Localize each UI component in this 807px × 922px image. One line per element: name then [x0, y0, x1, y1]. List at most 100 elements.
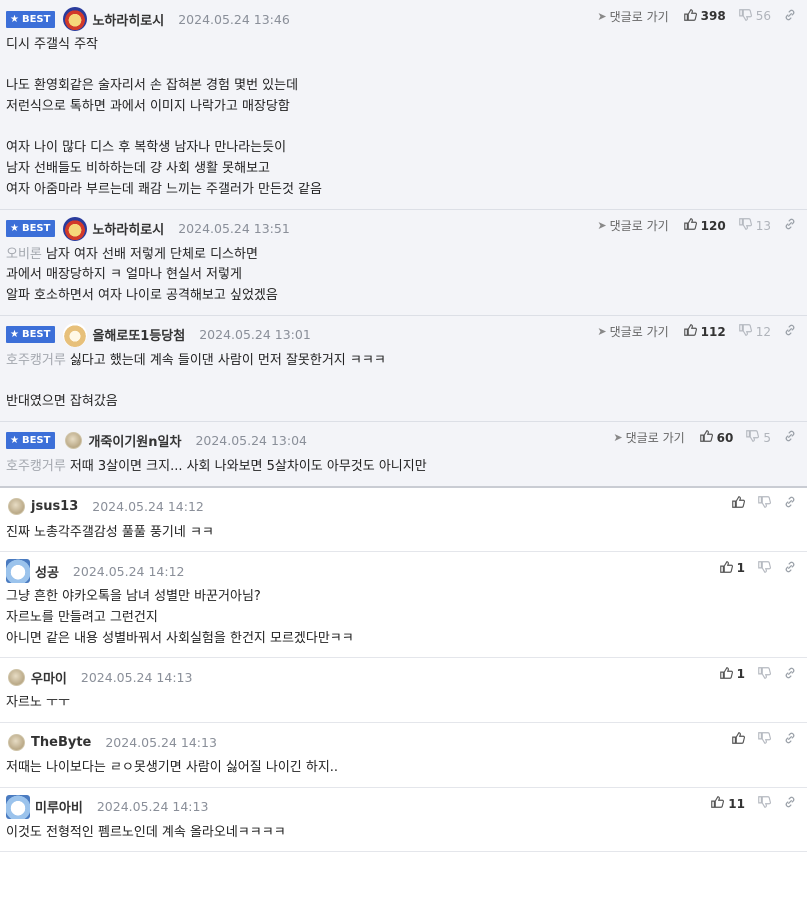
comment-body: 디시 주갤식 주작 나도 환영회같은 술자리서 손 잡혀본 경험 몇번 있는데 저런…	[6, 35, 807, 201]
upvote-button[interactable]: 112	[683, 323, 726, 340]
comment-line: 그냥 흔한 야카오톡을 남녀 성별만 바꾼거아님?	[6, 587, 787, 608]
star-icon: ★	[10, 13, 19, 25]
comment-actions	[731, 496, 797, 512]
upvote-button[interactable]: 11	[710, 795, 745, 812]
best-comment: ★ BEST 노하라히로시 2024.05.24 13:46 ➤ 댓글로 가기 398 56 디…	[0, 0, 807, 210]
go-to-reply-link[interactable]: ➤ 댓글로 가기	[613, 429, 684, 446]
upvote-button[interactable]: 1	[719, 560, 745, 577]
downvote-button[interactable]: 13	[738, 217, 771, 234]
comment-meta: jsus13 2024.05.24 14:12	[6, 495, 807, 519]
go-to-reply-link[interactable]: ➤ 댓글로 가기	[597, 8, 668, 25]
nickname[interactable]: 올해로또1등당첨	[92, 325, 185, 344]
comment-text: 저때는 나이보다는 ㄹㅇ못생기면 사람이 싫어질 나이긴 하지..	[6, 760, 339, 776]
comment-text: 진짜 노총각주갤감성 풀풀 풍기네 ㅋㅋ	[6, 524, 214, 540]
best-badge: ★ BEST	[6, 10, 56, 28]
link-icon[interactable]	[783, 323, 797, 340]
comment-body: 이것도 전형적인 펨르노인데 계속 올라오네ㅋㅋㅋㅋ	[6, 823, 807, 844]
upvote-button[interactable]: 1	[719, 666, 745, 683]
upvote-button[interactable]	[731, 731, 745, 748]
downvote-button[interactable]	[757, 560, 771, 577]
comment-date: 2024.05.24 13:01	[199, 327, 311, 343]
nickname[interactable]: 노하라히로시	[92, 219, 164, 238]
reply-mention[interactable]: 호주캥거루	[6, 353, 66, 368]
go-to-reply-label: 댓글로 가기	[609, 219, 669, 234]
upvote-button[interactable]: 60	[699, 429, 734, 446]
reply-mention[interactable]: 호주캥거루	[6, 459, 66, 474]
link-icon[interactable]	[783, 731, 797, 748]
comment-body: 진짜 노총각주갤감성 풀풀 풍기네 ㅋㅋ	[6, 523, 807, 544]
comment-date: 2024.05.24 14:13	[80, 669, 193, 685]
dog-icon[interactable]	[63, 216, 88, 241]
thumbs-up-icon	[731, 731, 745, 748]
upvote-button[interactable]	[731, 495, 745, 512]
default-avatar-icon[interactable]	[8, 733, 25, 751]
downvote-button[interactable]	[757, 495, 771, 512]
comment-meta: 우마이 2024.05.24 14:13	[6, 665, 807, 689]
upvote-button[interactable]: 120	[683, 217, 726, 234]
best-badge: ★ BEST	[6, 220, 56, 238]
dog-icon[interactable]	[63, 7, 88, 31]
fox-icon[interactable]	[63, 322, 88, 347]
arrow-icon: ➤	[613, 431, 623, 445]
comment-text: 여자 아줌마라 부르는데 쾌감 느끼는 주갤러가 만든것 같음	[6, 181, 322, 197]
link-icon[interactable]	[783, 217, 797, 234]
upvote-button[interactable]: 398	[683, 8, 726, 25]
nickname[interactable]: 노하라히로시	[92, 10, 164, 29]
comment-text: 과에서 매장당하지 ㅋ 얼마나 현실서 저렇게	[6, 267, 242, 283]
default-avatar-icon[interactable]	[8, 668, 25, 686]
comment-line: 나도 환영회같은 술자리서 손 잡혀본 경험 몇번 있는데	[6, 76, 787, 97]
downvote-button[interactable]	[757, 731, 771, 748]
link-icon[interactable]	[783, 560, 797, 577]
downvote-button[interactable]: 5	[745, 429, 771, 446]
downvote-button[interactable]: 56	[738, 8, 771, 25]
comment-text: 반대였으면 잡혀갔음	[6, 394, 118, 410]
thumbs-up-icon	[719, 666, 733, 683]
go-to-reply-link[interactable]: ➤ 댓글로 가기	[597, 217, 668, 234]
comment-line: 저때는 나이보다는 ㄹㅇ못생기면 사람이 싫어질 나이긴 하지..	[6, 758, 787, 779]
downvote-button[interactable]	[757, 795, 771, 812]
comment-text: 이것도 전형적인 펨르노인데 계속 올라오네ㅋㅋㅋㅋ	[6, 824, 286, 840]
comment-line	[6, 56, 787, 77]
reply-mention[interactable]: 오비론	[6, 247, 42, 262]
polar-bear-icon[interactable]	[6, 794, 30, 819]
comment-text: 저때 3살이면 크지... 사회 나와보면 5살차이도 아무것도 아니지만	[69, 458, 427, 474]
comment-text: 알파 호소하면서 여자 나이로 공격해보고 싶었겠음	[6, 288, 278, 303]
comment-body: 오비론 남자 여자 선배 저렇게 단체로 디스하면 과에서 매장당하지 ㅋ 얼마나 …	[6, 245, 807, 307]
comment-text: 그냥 흔한 야카오톡을 남녀 성별만 바꾼거아님?	[6, 589, 261, 605]
best-badge: ★ BEST	[6, 326, 56, 344]
default-avatar-icon[interactable]	[65, 432, 83, 450]
polar-bear-icon[interactable]	[6, 559, 30, 584]
link-icon[interactable]	[783, 429, 797, 446]
downvote-button[interactable]	[757, 666, 771, 683]
comment-date: 2024.05.24 13:51	[178, 221, 290, 237]
link-icon[interactable]	[783, 795, 797, 812]
nickname[interactable]: 미루아비	[35, 797, 83, 816]
arrow-icon: ➤	[597, 9, 607, 23]
thumbs-down-icon	[738, 8, 752, 25]
nickname[interactable]: 개죽이기원n일차	[88, 431, 181, 450]
nickname[interactable]: 성공	[35, 562, 59, 581]
comment-line: 호주캥거루 싫다고 했는데 계속 들이댄 사람이 먼저 잘못한거지 ㅋㅋㅋ	[6, 351, 787, 372]
nickname[interactable]: jsus13	[31, 499, 78, 514]
comment-actions: 11	[710, 796, 797, 812]
downvote-count: 56	[755, 9, 771, 23]
link-icon[interactable]	[783, 666, 797, 683]
downvote-button[interactable]: 12	[738, 323, 771, 340]
best-comment: ★ BEST 올해로또1등당첨 2024.05.24 13:01 ➤ 댓글로 가기 112 1…	[0, 315, 807, 422]
thumbs-up-icon	[710, 795, 725, 812]
upvote-count: 398	[700, 9, 726, 23]
comment-actions	[731, 731, 797, 747]
comment: jsus13 2024.05.24 14:12 진짜 노총각주갤감성 풀풀 풍기네 …	[0, 488, 807, 553]
nickname[interactable]: 우마이	[31, 668, 67, 687]
link-icon[interactable]	[783, 495, 797, 512]
default-avatar-icon[interactable]	[8, 498, 25, 515]
comment-line: 디시 주갤식 주작	[6, 35, 787, 56]
nickname[interactable]: TheByte	[31, 735, 91, 750]
upvote-count: 60	[716, 430, 734, 445]
thumbs-down-icon	[738, 323, 752, 340]
link-icon[interactable]	[783, 8, 797, 25]
go-to-reply-link[interactable]: ➤ 댓글로 가기	[597, 323, 668, 340]
downvote-count: 12	[755, 324, 771, 339]
thumbs-up-icon	[731, 495, 745, 512]
comment-body: 호주캥거루 저때 3살이면 크지... 사회 나와보면 5살차이도 아무것도 아니…	[6, 457, 807, 478]
